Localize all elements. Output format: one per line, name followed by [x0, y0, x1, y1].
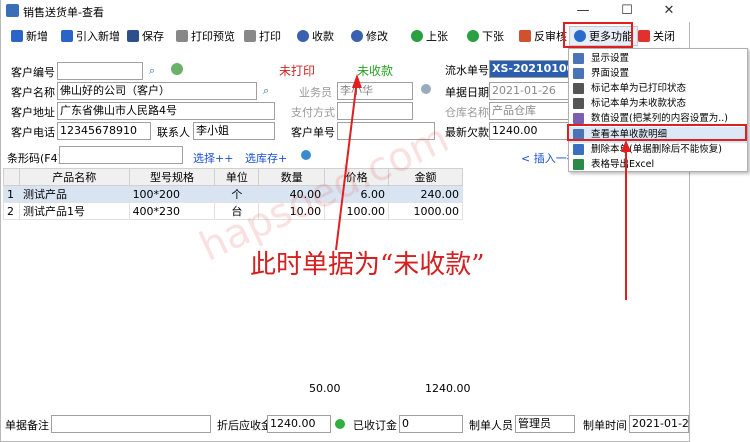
arrow-head-icon	[621, 140, 631, 152]
arrow-head-icon	[352, 74, 362, 88]
annotation-arrows	[335, 74, 631, 300]
annotation-text: 此时单据为“未收款”	[250, 250, 485, 280]
arrow-to-status	[335, 79, 358, 251]
